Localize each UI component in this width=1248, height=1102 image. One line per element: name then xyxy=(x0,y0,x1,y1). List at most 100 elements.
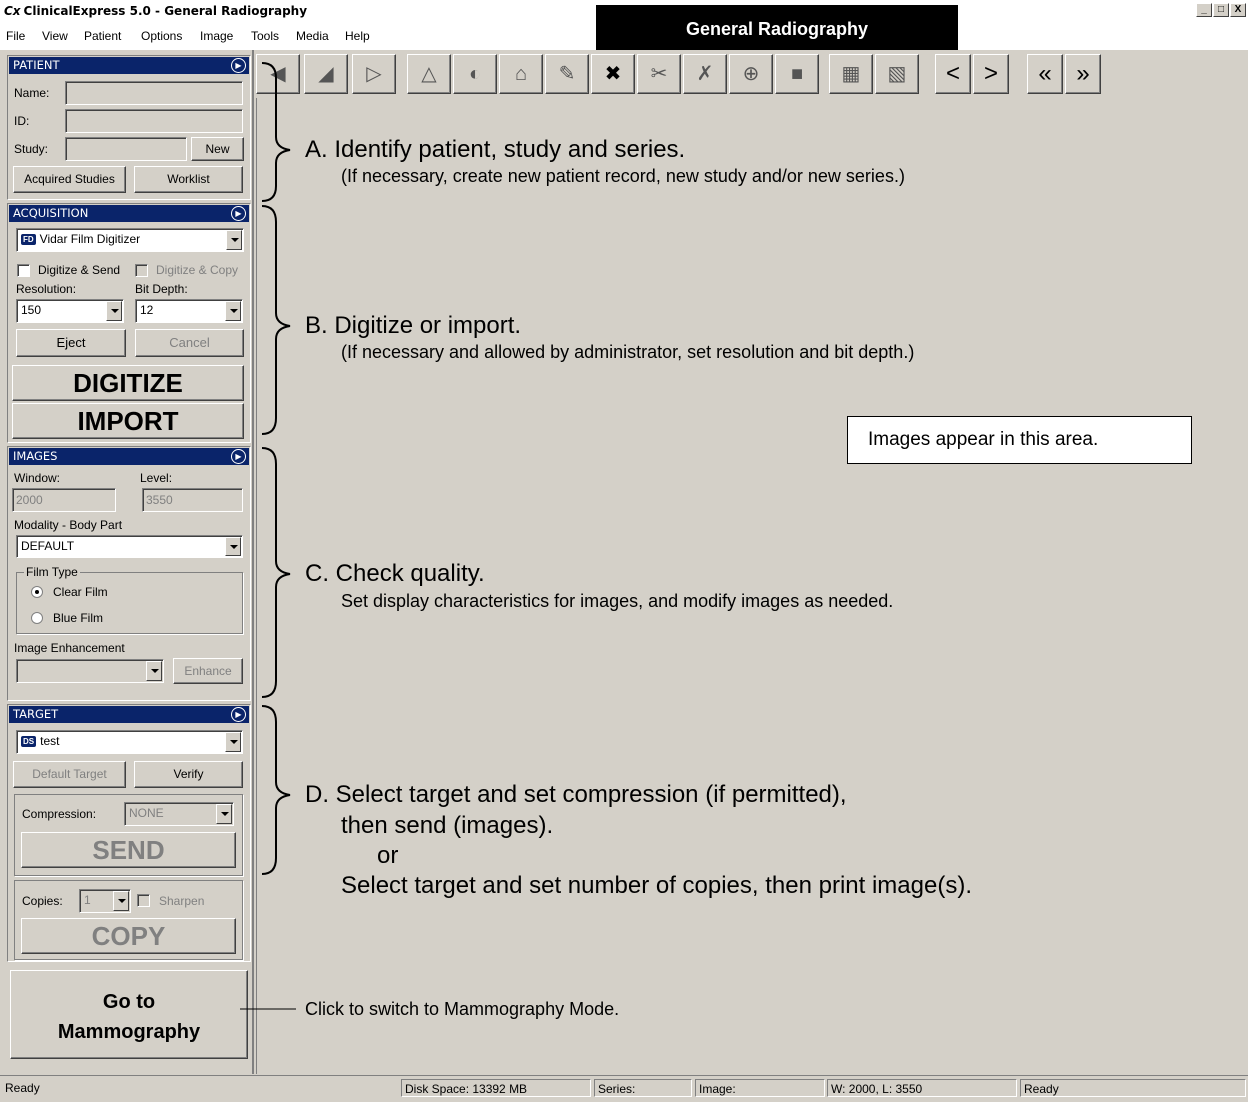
images-section: IMAGES ▶ Window: Level: 2000 3550 Modali… xyxy=(7,446,251,701)
minimize-button[interactable]: _ xyxy=(1196,3,1212,17)
enhancement-label: Image Enhancement xyxy=(14,641,125,655)
send-button[interactable]: SEND xyxy=(21,832,236,868)
rotate-left-icon[interactable]: ◀ xyxy=(256,54,300,94)
chevron-down-icon[interactable] xyxy=(216,804,232,824)
compression-label: Compression: xyxy=(22,807,97,821)
digitize-send-checkbox[interactable] xyxy=(17,264,30,277)
menu-options[interactable]: Options xyxy=(141,29,182,43)
cut-icon[interactable]: ✗ xyxy=(683,54,727,94)
images-header: IMAGES ▶ xyxy=(9,448,249,465)
last-series-button[interactable]: » xyxy=(1065,54,1101,94)
blue-film-radio[interactable] xyxy=(31,612,43,624)
flip-vertical-icon[interactable]: ▷ xyxy=(352,54,396,94)
enhance-button[interactable]: Enhance xyxy=(173,658,243,684)
home-icon[interactable]: ⌂ xyxy=(499,54,543,94)
step-d-line2: then send (images). xyxy=(341,812,554,839)
chevron-down-icon[interactable] xyxy=(146,661,162,681)
study-field[interactable] xyxy=(65,137,187,161)
resolution-select[interactable]: 150 xyxy=(16,299,124,323)
patient-header: PATIENT ▶ xyxy=(9,57,249,74)
menu-media[interactable]: Media xyxy=(296,29,329,43)
level-field[interactable]: 3550 xyxy=(142,488,243,512)
film-type-group xyxy=(16,572,243,634)
id-field[interactable] xyxy=(65,109,243,133)
modality-label: Modality - Body Part xyxy=(14,518,123,532)
clear-film-radio[interactable] xyxy=(31,586,43,598)
pan-icon[interactable]: ■ xyxy=(775,54,819,94)
expand-arrow-icon[interactable]: ▶ xyxy=(231,206,246,221)
verify-button[interactable]: Verify xyxy=(134,761,243,788)
bitdepth-select[interactable]: 12 xyxy=(135,299,243,323)
crop-icon[interactable]: ✂ xyxy=(637,54,681,94)
eject-button[interactable]: Eject xyxy=(16,329,126,357)
next-image-button[interactable]: > xyxy=(973,54,1009,94)
chevron-down-icon[interactable] xyxy=(225,301,241,321)
digitize-send-label: Digitize & Send xyxy=(38,263,121,277)
annotate-icon[interactable]: ✎ xyxy=(545,54,589,94)
chevron-down-icon[interactable] xyxy=(225,537,241,556)
clear-film-label: Clear Film xyxy=(53,585,108,599)
mammography-callout: Click to switch to Mammography Mode. xyxy=(305,999,620,1019)
copy-button[interactable]: COPY xyxy=(21,918,236,954)
sharpen-checkbox[interactable] xyxy=(137,894,150,907)
grid-icon[interactable]: ▦ xyxy=(829,54,873,94)
zoom-icon[interactable]: ⊕ xyxy=(729,54,773,94)
step-d-title: D. Select target and set compression (if… xyxy=(305,781,847,808)
acquired-studies-button[interactable]: Acquired Studies xyxy=(13,166,126,193)
close-button[interactable]: X xyxy=(1230,3,1246,17)
sharpen-label: Sharpen xyxy=(159,894,205,908)
acquisition-section: ACQUISITION ▶ FD Vidar Film Digitizer Dig… xyxy=(7,203,251,443)
left-panel: PATIENT ▶ Name: ID: Study: New Acquired … xyxy=(0,50,254,1074)
restore-button[interactable]: □ xyxy=(1213,3,1229,17)
expand-arrow-icon[interactable]: ▶ xyxy=(231,449,246,464)
digitize-button[interactable]: DIGITIZE xyxy=(12,365,244,401)
menu-image[interactable]: Image xyxy=(200,29,233,43)
delete-icon[interactable]: ✖ xyxy=(591,54,635,94)
status-series: Series: xyxy=(594,1079,692,1097)
step-c-title: C. Check quality. xyxy=(305,560,485,587)
worklist-button[interactable]: Worklist xyxy=(134,166,243,193)
status-ready-left: Ready xyxy=(5,1081,40,1095)
window-field[interactable]: 2000 xyxy=(12,488,116,512)
cancel-button[interactable]: Cancel xyxy=(135,329,244,357)
expand-arrow-icon[interactable]: ▶ xyxy=(231,58,246,73)
film-type-label: Film Type xyxy=(24,565,80,579)
invert-icon[interactable]: ◐ xyxy=(453,54,497,94)
modality-select[interactable]: DEFAULT xyxy=(16,535,243,558)
import-button[interactable]: IMPORT xyxy=(12,403,244,439)
chevron-down-icon[interactable] xyxy=(106,301,122,321)
chevron-down-icon[interactable] xyxy=(226,230,242,250)
flip-horizontal-icon[interactable]: △ xyxy=(407,54,451,94)
name-field[interactable] xyxy=(65,81,243,105)
enhancement-select[interactable] xyxy=(16,659,164,683)
copies-select[interactable]: 1 xyxy=(79,889,131,913)
device-select[interactable]: FD Vidar Film Digitizer xyxy=(16,228,244,252)
go-to-mammography-button[interactable]: Go to Mammography xyxy=(10,970,248,1059)
digitize-copy-checkbox[interactable] xyxy=(135,264,148,277)
target-select[interactable]: DS test xyxy=(16,730,243,754)
chevron-down-icon[interactable] xyxy=(225,732,241,752)
step-d-line3: Select target and set number of copies, … xyxy=(341,872,972,899)
step-b-title: B. Digitize or import. xyxy=(305,312,522,339)
rotate-right-icon[interactable]: ◢ xyxy=(304,54,348,94)
resolution-label: Resolution: xyxy=(16,282,77,296)
chevron-down-icon[interactable] xyxy=(113,891,129,911)
copies-label: Copies: xyxy=(22,894,63,908)
study-label: Study: xyxy=(14,142,49,156)
first-series-button[interactable]: « xyxy=(1027,54,1063,94)
status-disk-space: Disk Space: 13392 MB xyxy=(401,1079,591,1097)
target-header: TARGET ▶ xyxy=(9,706,249,723)
new-study-button[interactable]: New xyxy=(191,137,244,161)
blue-film-label: Blue Film xyxy=(53,611,104,625)
default-target-button[interactable]: Default Target xyxy=(13,761,126,788)
menu-tools[interactable]: Tools xyxy=(251,29,279,43)
menu-view[interactable]: View xyxy=(42,29,68,43)
menu-help[interactable]: Help xyxy=(345,29,370,43)
previous-image-button[interactable]: < xyxy=(935,54,971,94)
expand-arrow-icon[interactable]: ▶ xyxy=(231,707,246,722)
menu-patient[interactable]: Patient xyxy=(84,29,121,43)
acquisition-header: ACQUISITION ▶ xyxy=(9,205,249,222)
multi-image-icon[interactable]: ▧ xyxy=(875,54,919,94)
compression-select[interactable]: NONE xyxy=(124,802,234,826)
menu-file[interactable]: File xyxy=(6,29,25,43)
